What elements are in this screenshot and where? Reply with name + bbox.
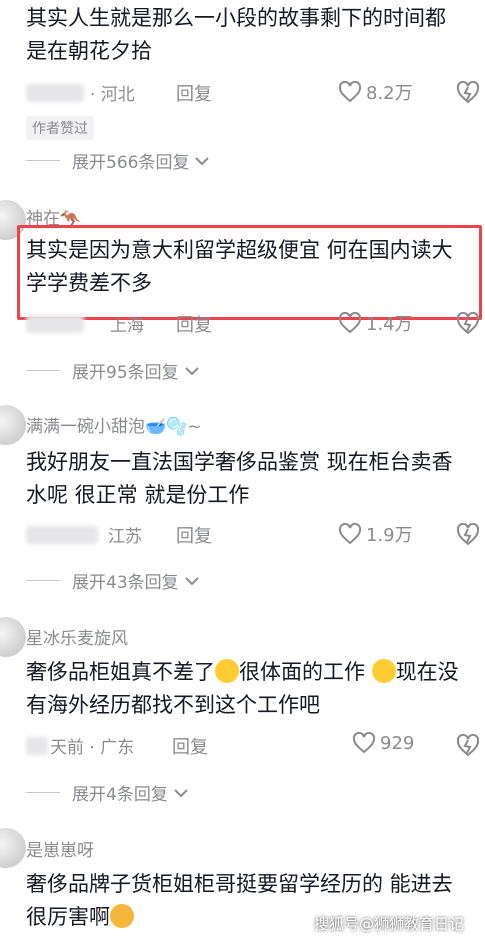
comment-meta: · 河北 xyxy=(26,80,135,105)
expand-label: 展开43条回复 xyxy=(72,573,179,593)
like-count: 1.4万 xyxy=(366,314,413,335)
divider xyxy=(26,792,60,793)
crying-laughing-emoji-icon xyxy=(215,659,239,683)
divider xyxy=(26,580,60,581)
like-count: 1.9万 xyxy=(366,525,413,546)
avatar[interactable] xyxy=(0,828,26,868)
like-button[interactable]: 8.2万 xyxy=(338,79,413,105)
username[interactable]: 星冰乐麦旋风 xyxy=(26,624,128,649)
comment-text: 其实是因为意大利留学超级便宜 何在国内读大学学费差不多 xyxy=(26,238,453,295)
chevron-down-icon xyxy=(174,788,188,797)
reply-button[interactable]: 回复 xyxy=(176,311,212,337)
divider xyxy=(26,370,60,371)
expand-label: 展开4条回复 xyxy=(72,785,168,805)
crying-laughing-emoji-icon xyxy=(371,659,396,683)
username[interactable]: 是崽崽呀 xyxy=(26,836,94,861)
divider xyxy=(26,160,60,161)
location: 上海 xyxy=(110,316,144,336)
location: · 河北 xyxy=(90,85,135,105)
comment-text-part: 很体面的工作 xyxy=(239,660,372,684)
watermark: 搜狐号@狮狮教育日记 xyxy=(314,915,465,933)
username[interactable]: 满满一碗小甜泡🥣🫧~ xyxy=(26,412,202,437)
location: 江苏 xyxy=(108,527,142,547)
heart-icon xyxy=(338,81,362,103)
reply-button[interactable]: 回复 xyxy=(176,80,212,106)
dislike-icon[interactable] xyxy=(455,310,481,336)
reply-button[interactable]: 回复 xyxy=(176,522,212,548)
thinking-emoji-icon xyxy=(110,904,134,928)
chevron-down-icon xyxy=(184,576,199,585)
heart-icon xyxy=(338,312,362,334)
heart-icon xyxy=(338,523,362,545)
expand-label: 展开95条回复 xyxy=(72,363,179,383)
expand-replies[interactable]: 展开95条回复 xyxy=(26,358,201,383)
like-button[interactable]: 1.9万 xyxy=(338,521,413,547)
expand-replies[interactable]: 展开566条回复 xyxy=(26,148,211,173)
comment-text-part: 奢侈品柜姐真不差了 xyxy=(26,660,215,684)
expand-replies[interactable]: 展开43条回复 xyxy=(26,568,201,593)
like-count: 929 xyxy=(380,732,415,754)
like-button[interactable]: 929 xyxy=(352,732,414,754)
comment-meta: 江苏 xyxy=(26,522,142,547)
avatar[interactable] xyxy=(0,405,26,445)
expand-label: 展开566条回复 xyxy=(72,153,190,173)
author-liked-badge: 作者赞过 xyxy=(26,116,94,140)
blurred-time xyxy=(26,736,48,755)
comment-text: 我好朋友一直法国学奢侈品鉴赏 现在柜台卖香水呢 很正常 就是份工作 xyxy=(26,450,453,507)
reply-button[interactable]: 回复 xyxy=(172,733,208,759)
comment-meta: 上海 xyxy=(26,311,144,336)
chevron-down-icon xyxy=(195,156,210,165)
avatar[interactable] xyxy=(0,617,26,657)
heart-icon xyxy=(352,732,376,754)
like-button[interactable]: 1.4万 xyxy=(338,310,413,336)
expand-replies[interactable]: 展开4条回复 xyxy=(26,780,190,805)
blurred-time xyxy=(26,525,98,544)
chevron-down-icon xyxy=(184,366,199,375)
blurred-time xyxy=(26,314,84,333)
dislike-icon[interactable] xyxy=(455,521,481,547)
dislike-icon[interactable] xyxy=(455,79,481,105)
comment-text: 奢侈品柜姐真不差了 很体面的工作 现在没有海外经历都找不到这个工作吧 xyxy=(26,656,471,722)
location: 天前 · 广东 xyxy=(50,738,135,758)
comment-text: 其实人生就是那么一小段的故事剩下的时间都是在朝花夕拾 xyxy=(26,6,446,63)
comment-meta: 天前 · 广东 xyxy=(26,733,134,758)
dislike-icon[interactable] xyxy=(455,732,481,758)
like-count: 8.2万 xyxy=(366,83,413,104)
blurred-time xyxy=(26,83,84,102)
